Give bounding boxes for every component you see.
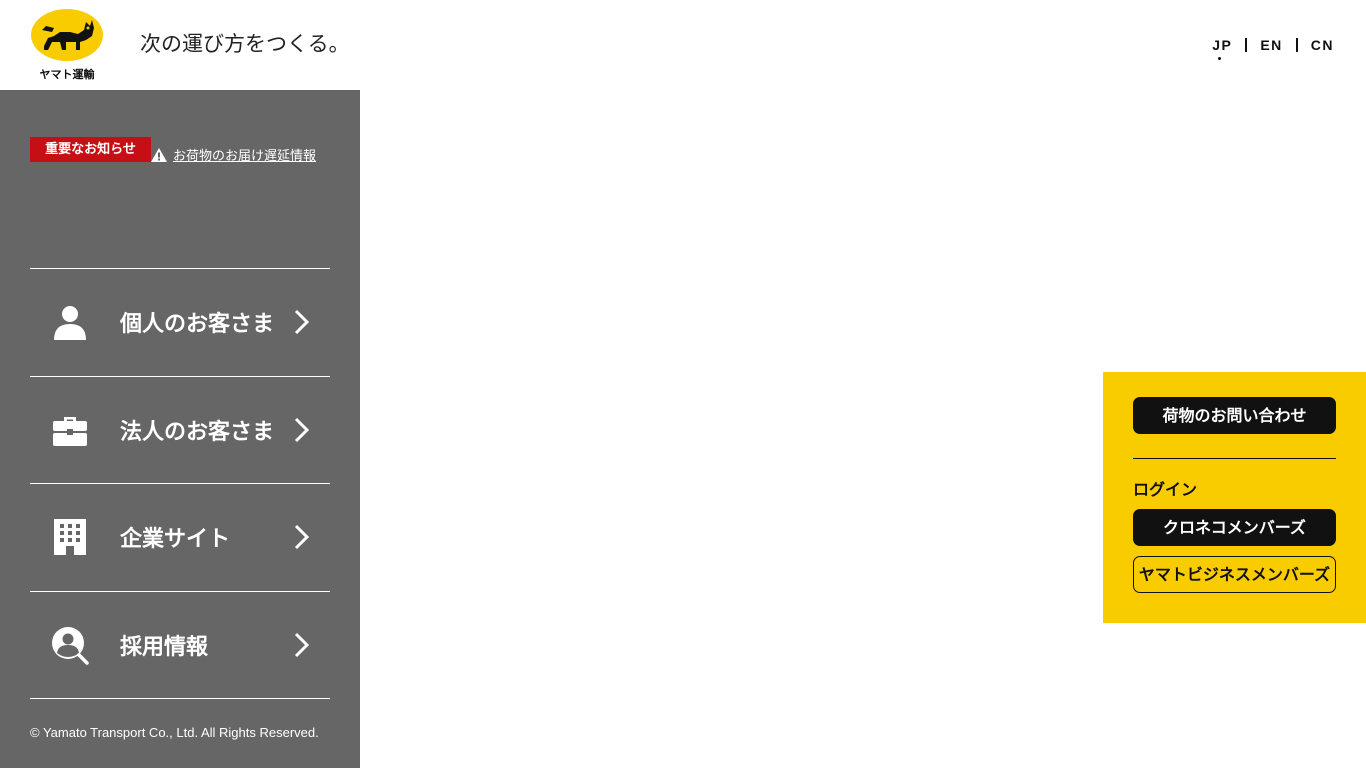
kuroneko-members-button[interactable]: クロネコメンバーズ [1133,509,1336,546]
logo-text: ヤマト運輸 [40,67,96,81]
lang-en[interactable]: EN [1247,37,1295,53]
panel-divider [1133,458,1336,459]
chevron-right-icon [294,525,310,550]
delay-info-text: お荷物のお届け遅延情報 [173,149,317,164]
menu-label-recruit: 採用情報 [120,634,209,660]
person-icon [50,302,90,342]
copyright: © Yamato Transport Co., Ltd. All Rights … [30,725,319,740]
notice-badge: 重要なお知らせ [30,137,151,162]
delay-info-link[interactable]: お荷物のお届け遅延情報 [151,145,316,164]
sidebar: 重要なお知らせ お荷物のお届け遅延情報 個人のお客さま 法人のお客さま 企業サイ… [0,90,360,768]
business-members-button[interactable]: ヤマトビジネスメンバーズ [1133,556,1336,593]
site-header: ヤマト運輸 次の運び方をつくる。 JP EN CN [0,0,1366,90]
chevron-right-icon [294,632,310,657]
chevron-right-icon [294,417,310,442]
menu-item-recruit[interactable]: 採用情報 [30,592,330,699]
briefcase-icon [50,410,90,450]
building-icon [50,517,90,557]
member-panel: 荷物のお問い合わせ ログイン クロネコメンバーズ ヤマトビジネスメンバーズ [1103,372,1366,623]
menu-label-corporate: 法人のお客さま [120,419,275,445]
tagline: 次の運び方をつくる。 [140,32,350,56]
recruit-search-icon [50,625,90,665]
main-menu: 個人のお客さま 法人のお客さま 企業サイト 採用情報 [30,268,330,699]
menu-label-company: 企業サイト [120,527,231,553]
package-tracking-button[interactable]: 荷物のお問い合わせ [1133,397,1336,434]
language-switcher: JP EN CN [1199,37,1334,60]
menu-item-personal[interactable]: 個人のお客さま [30,269,330,377]
lang-cn[interactable]: CN [1298,37,1334,53]
warning-icon [151,147,167,162]
important-notice: 重要なお知らせ お荷物のお届け遅延情報 [30,135,316,164]
yamato-logo[interactable]: ヤマト運輸 [30,8,104,84]
login-label: ログイン [1133,480,1198,499]
menu-label-personal: 個人のお客さま [120,312,275,338]
chevron-right-icon [294,310,310,335]
lang-jp[interactable]: JP [1199,37,1245,60]
menu-item-company[interactable]: 企業サイト [30,484,330,592]
menu-item-corporate[interactable]: 法人のお客さま [30,377,330,484]
